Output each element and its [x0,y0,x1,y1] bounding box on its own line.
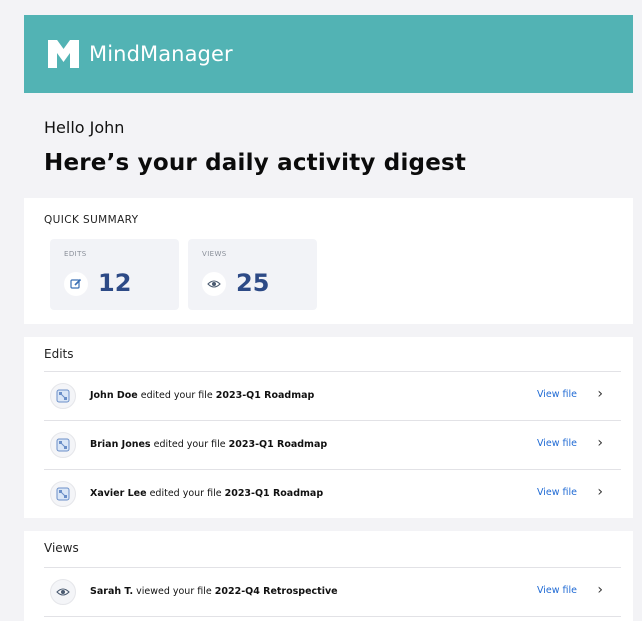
mindmanager-logo-icon [48,40,79,68]
views-stat-value: 25 [236,269,270,297]
activity-action: edited your file [150,439,229,450]
eye-icon [50,579,76,605]
views-stat-tile: VIEWS 25 [188,239,317,310]
activity-user: Xavier Lee [90,488,147,499]
edits-stat-tile: EDITS 12 [50,239,179,310]
activity-row: Sarah T. viewed your file 2022-Q4 Retros… [44,568,621,617]
activity-row: John Doe edited your file 2023-Q1 Roadma… [44,372,621,421]
edits-stat-label: EDITS [64,250,87,258]
edits-section: Edits John Doe edited your file 2023-Q1 … [24,337,633,518]
activity-description: Sarah T. viewed your file 2022-Q4 Retros… [90,586,338,597]
activity-action: viewed your file [133,586,215,597]
quick-summary-title: QUICK SUMMARY [44,214,139,226]
app-header: MindManager [24,15,633,93]
activity-file-name: 2023-Q1 Roadmap [215,390,315,401]
chevron-right-icon[interactable]: › [597,435,603,451]
chevron-right-icon[interactable]: › [597,582,603,598]
activity-file-name: 2022-Q4 Retrospective [214,586,338,597]
view-file-link[interactable]: View file [537,389,577,400]
greeting-text: Hello John [44,118,125,137]
mindmap-file-icon [50,383,76,409]
views-section: Views Sarah T. viewed your file 2022-Q4 … [24,531,633,621]
edits-stat-value: 12 [98,269,132,297]
eye-icon [202,272,226,296]
chevron-right-icon[interactable]: › [597,484,603,500]
views-section-title: Views [44,541,79,555]
chevron-right-icon[interactable]: › [597,386,603,402]
activity-action: edited your file [137,390,216,401]
activity-user: Brian Jones [90,439,151,450]
page-title: Here’s your daily activity digest [44,150,467,176]
mindmap-file-icon [50,432,76,458]
view-file-link[interactable]: View file [537,438,577,449]
mindmap-file-icon [50,481,76,507]
activity-description: Brian Jones edited your file 2023-Q1 Roa… [90,439,327,450]
activity-row: Brian Jones edited your file 2023-Q1 Roa… [44,421,621,470]
activity-action: edited your file [146,488,225,499]
view-file-link[interactable]: View file [537,585,577,596]
pencil-edit-icon [64,272,88,296]
quick-summary-card: QUICK SUMMARY EDITS 12 VIEWS 25 [24,198,633,324]
row-divider [44,616,621,617]
activity-user: John Doe [90,390,138,401]
view-file-link[interactable]: View file [537,487,577,498]
activity-description: John Doe edited your file 2023-Q1 Roadma… [90,390,314,401]
activity-row: Xavier Lee edited your file 2023-Q1 Road… [44,470,621,519]
views-stat-label: VIEWS [202,250,227,258]
edits-section-title: Edits [44,347,74,361]
brand-name: MindManager [89,42,233,66]
activity-file-name: 2023-Q1 Roadmap [224,488,324,499]
activity-user: Sarah T. [90,586,134,597]
activity-description: Xavier Lee edited your file 2023-Q1 Road… [90,488,323,499]
activity-file-name: 2023-Q1 Roadmap [228,439,328,450]
